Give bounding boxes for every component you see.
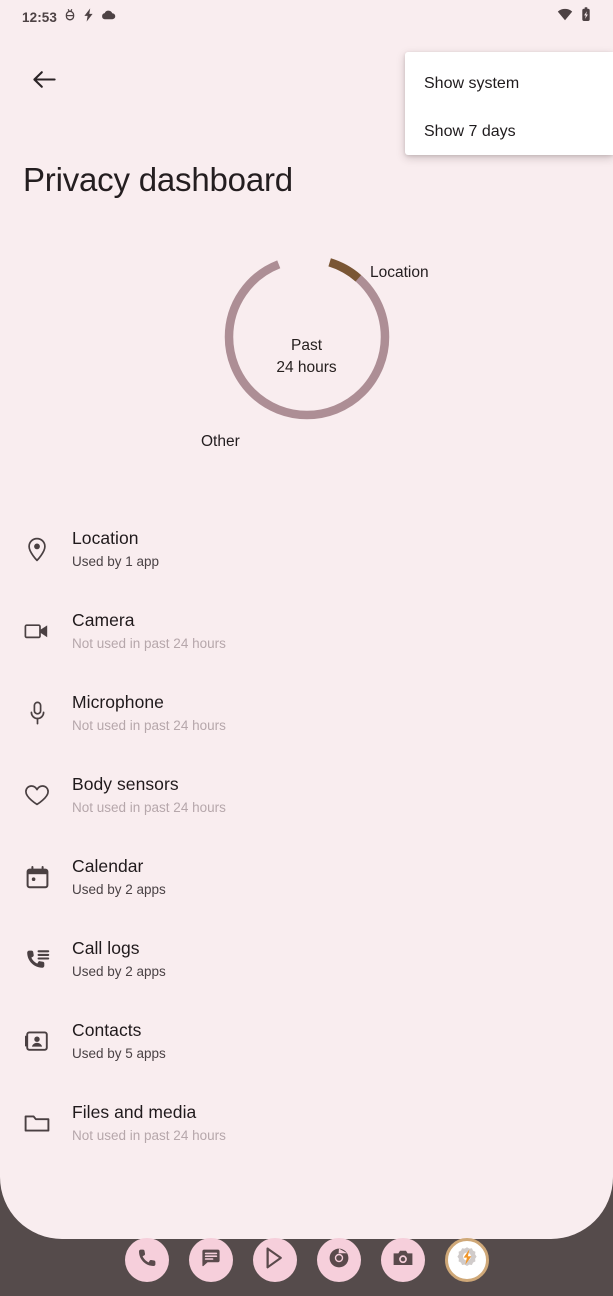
permission-title: Location xyxy=(72,528,139,548)
permission-subtitle: Used by 2 apps xyxy=(72,882,166,897)
permission-row-contacts[interactable]: Contacts Used by 5 apps xyxy=(0,1000,613,1082)
battery-charging-icon xyxy=(581,7,591,27)
permission-title: Microphone xyxy=(72,692,164,712)
permission-row-files-and-media[interactable]: Files and media Not used in past 24 hour… xyxy=(0,1082,613,1164)
menu-item-show-system[interactable]: Show system xyxy=(405,60,613,108)
app-dock xyxy=(0,1224,613,1296)
play-store-icon xyxy=(263,1246,287,1275)
permission-row-calendar[interactable]: Calendar Used by 2 apps xyxy=(0,836,613,918)
permission-title: Calendar xyxy=(72,856,144,876)
app-surface: 12:53 Privacy dashboard Past 24 hours Lo… xyxy=(0,0,613,1239)
chart-label-location: Location xyxy=(370,264,429,281)
status-bar-left: 12:53 xyxy=(22,7,116,27)
heart-icon xyxy=(22,780,52,810)
dock-item-camera[interactable] xyxy=(380,1238,425,1282)
back-button[interactable] xyxy=(22,60,66,104)
permission-row-body-sensors[interactable]: Body sensors Not used in past 24 hours xyxy=(0,754,613,836)
microphone-icon xyxy=(22,698,52,728)
permission-title: Body sensors xyxy=(72,774,179,794)
dock-item-play-store[interactable] xyxy=(252,1238,297,1282)
permission-subtitle: Not used in past 24 hours xyxy=(72,718,226,733)
permission-text: Call logs Used by 2 apps xyxy=(72,936,166,982)
chrome-icon xyxy=(327,1246,351,1275)
settings-gear-icon xyxy=(452,1243,482,1278)
menu-item-show-7-days[interactable]: Show 7 days xyxy=(405,108,613,156)
permission-row-camera[interactable]: Camera Not used in past 24 hours xyxy=(0,590,613,672)
page-title: Privacy dashboard xyxy=(23,161,293,198)
donut-center-text: Past 24 hours xyxy=(187,335,427,379)
permission-subtitle: Used by 1 app xyxy=(72,554,160,569)
call-logs-icon xyxy=(22,944,52,974)
chart-label-other: Other xyxy=(201,433,240,450)
permission-subtitle: Used by 2 apps xyxy=(72,964,166,979)
messages-icon xyxy=(199,1246,223,1275)
dock-item-settings[interactable] xyxy=(444,1238,489,1282)
permission-text: Microphone Not used in past 24 hours xyxy=(72,690,226,736)
arrow-left-icon xyxy=(32,69,57,95)
permission-list: Location Used by 1 app Camera Not used i… xyxy=(0,508,613,1164)
permission-text: Location Used by 1 app xyxy=(72,526,159,572)
wifi-icon xyxy=(557,8,573,26)
status-bar: 12:53 xyxy=(0,0,613,34)
overflow-menu: Show system Show 7 days xyxy=(405,52,613,155)
permission-subtitle: Not used in past 24 hours xyxy=(72,800,226,815)
permission-text: Files and media Not used in past 24 hour… xyxy=(72,1100,226,1146)
dock-item-chrome[interactable] xyxy=(316,1238,361,1282)
permission-row-location[interactable]: Location Used by 1 app xyxy=(0,508,613,590)
donut-center-line-1: Past xyxy=(290,337,322,354)
dock-item-messages[interactable] xyxy=(188,1238,233,1282)
permission-row-microphone[interactable]: Microphone Not used in past 24 hours xyxy=(0,672,613,754)
permission-text: Camera Not used in past 24 hours xyxy=(72,608,226,654)
bug-icon xyxy=(64,8,76,27)
cloud-icon xyxy=(101,8,116,26)
camera-icon xyxy=(22,616,52,646)
location-pin-icon xyxy=(22,534,52,564)
status-bar-right xyxy=(557,7,591,27)
calendar-icon xyxy=(22,862,52,892)
privacy-usage-chart: Past 24 hours Location Other xyxy=(0,240,613,470)
device-screen: 12:53 Privacy dashboard Past 24 hours Lo… xyxy=(0,0,613,1296)
lightning-bolt-icon xyxy=(83,7,94,27)
folder-icon xyxy=(22,1108,52,1138)
permission-text: Body sensors Not used in past 24 hours xyxy=(72,772,226,818)
contacts-icon xyxy=(22,1026,52,1056)
permission-row-call-logs[interactable]: Call logs Used by 2 apps xyxy=(0,918,613,1000)
permission-text: Calendar Used by 2 apps xyxy=(72,854,166,900)
permission-title: Contacts xyxy=(72,1020,142,1040)
donut-center-line-2: 24 hours xyxy=(276,359,337,376)
camera-app-icon xyxy=(391,1246,415,1275)
permission-subtitle: Not used in past 24 hours xyxy=(72,636,226,651)
permission-subtitle: Used by 5 apps xyxy=(72,1046,166,1061)
permission-title: Camera xyxy=(72,610,135,630)
phone-icon xyxy=(135,1246,159,1275)
status-time: 12:53 xyxy=(22,9,58,25)
permission-subtitle: Not used in past 24 hours xyxy=(72,1128,226,1143)
dock-item-phone[interactable] xyxy=(124,1238,169,1282)
permission-title: Files and media xyxy=(72,1102,197,1122)
permission-text: Contacts Used by 5 apps xyxy=(72,1018,166,1064)
permission-title: Call logs xyxy=(72,938,140,958)
